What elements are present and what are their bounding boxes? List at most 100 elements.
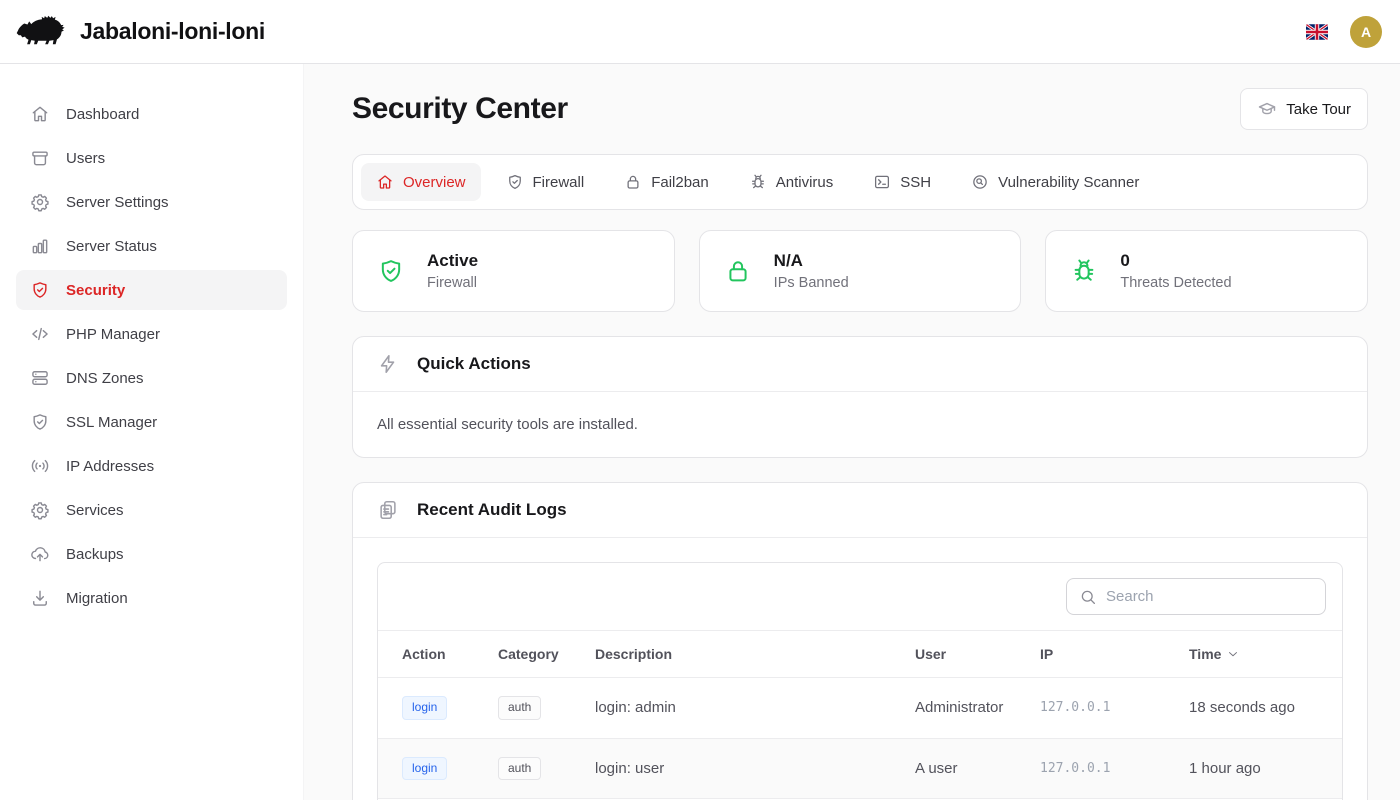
status-value: Active [427, 251, 478, 271]
status-card-threats: 0 Threats Detected [1045, 230, 1368, 312]
audit-logs-table-container: Action Category Description User IP Time [377, 562, 1343, 800]
status-card-ips-banned: N/A IPs Banned [699, 230, 1022, 312]
quick-actions-message: All essential security tools are install… [353, 392, 1367, 457]
bug-icon [1070, 257, 1098, 285]
gear-icon [30, 500, 50, 520]
take-tour-label: Take Tour [1286, 101, 1351, 118]
sidebar-item-ip-addresses[interactable]: IP Addresses [16, 446, 287, 486]
app-title: Jabaloni-loni-loni [80, 18, 265, 45]
sidebar-item-services[interactable]: Services [16, 490, 287, 530]
sidebar-item-label: Backups [66, 546, 124, 563]
chevron-down-icon [1226, 647, 1240, 661]
column-header-user[interactable]: User [905, 631, 1030, 678]
archive-icon [30, 148, 50, 168]
category-badge: auth [498, 696, 541, 720]
server-icon [30, 368, 50, 388]
main-content: Security Center Take Tour Overview Firew… [304, 64, 1400, 800]
cloud-upload-icon [30, 544, 50, 564]
bar-chart-icon [30, 236, 50, 256]
clipboard-icon [377, 499, 399, 521]
tab-label: Fail2ban [651, 174, 709, 191]
category-badge: auth [498, 757, 541, 781]
quick-actions-title: Quick Actions [417, 354, 531, 374]
shield-check-icon [30, 280, 50, 300]
home-icon [376, 173, 394, 191]
tab-label: Firewall [533, 174, 585, 191]
status-label: Threats Detected [1120, 275, 1231, 291]
tab-label: SSH [900, 174, 931, 191]
sidebar-item-label: PHP Manager [66, 326, 160, 343]
time-cell: 18 seconds ago [1179, 678, 1342, 739]
ip-cell: 127.0.0.1 [1030, 738, 1179, 799]
description-cell: login: admin [585, 678, 905, 739]
scan-search-icon [971, 173, 989, 191]
audit-logs-table: Action Category Description User IP Time [378, 630, 1342, 799]
time-cell: 1 hour ago [1179, 738, 1342, 799]
tab-vulnerability-scanner[interactable]: Vulnerability Scanner [956, 163, 1154, 201]
table-row: login auth login: admin Administrator 12… [378, 678, 1342, 739]
status-label: IPs Banned [774, 275, 849, 291]
sidebar-item-label: Dashboard [66, 106, 139, 123]
boar-logo-icon [16, 12, 66, 51]
app-logo[interactable]: Jabaloni-loni-loni [16, 12, 265, 51]
download-icon [30, 588, 50, 608]
sidebar-item-dashboard[interactable]: Dashboard [16, 94, 287, 134]
bug-icon [749, 173, 767, 191]
sidebar-item-php-manager[interactable]: PHP Manager [16, 314, 287, 354]
sidebar-item-label: Services [66, 502, 124, 519]
tab-overview[interactable]: Overview [361, 163, 481, 201]
search-icon [1079, 588, 1097, 606]
user-avatar[interactable]: A [1350, 16, 1382, 48]
sidebar-item-label: SSL Manager [66, 414, 157, 431]
tab-label: Overview [403, 174, 466, 191]
terminal-icon [873, 173, 891, 191]
description-cell: login: user [585, 738, 905, 799]
lock-icon [724, 257, 752, 285]
status-card-firewall: Active Firewall [352, 230, 675, 312]
table-row: login auth login: user A user 127.0.0.1 … [378, 738, 1342, 799]
column-header-category[interactable]: Category [488, 631, 585, 678]
tab-ssh[interactable]: SSH [858, 163, 946, 201]
code-icon [30, 324, 50, 344]
app-header: Jabaloni-loni-loni A [0, 0, 1400, 64]
column-header-description[interactable]: Description [585, 631, 905, 678]
graduation-cap-icon [1257, 99, 1277, 119]
shield-check-icon [30, 412, 50, 432]
sidebar-item-server-status[interactable]: Server Status [16, 226, 287, 266]
sidebar-item-dns-zones[interactable]: DNS Zones [16, 358, 287, 398]
column-header-action[interactable]: Action [378, 631, 488, 678]
security-tabs: Overview Firewall Fail2ban Antivirus SSH… [352, 154, 1368, 210]
user-cell: A user [905, 738, 1030, 799]
take-tour-button[interactable]: Take Tour [1240, 88, 1368, 130]
column-header-time[interactable]: Time [1179, 631, 1342, 678]
tab-label: Antivirus [776, 174, 834, 191]
search-input[interactable] [1106, 588, 1313, 605]
audit-logs-title: Recent Audit Logs [417, 500, 567, 520]
audit-search [1066, 578, 1326, 615]
sidebar-item-security[interactable]: Security [16, 270, 287, 310]
status-value: N/A [774, 251, 849, 271]
column-header-time-label: Time [1189, 646, 1221, 662]
sidebar-item-label: Migration [66, 590, 128, 607]
sidebar-item-label: DNS Zones [66, 370, 144, 387]
tab-fail2ban[interactable]: Fail2ban [609, 163, 724, 201]
zap-icon [377, 353, 399, 375]
home-icon [30, 104, 50, 124]
tab-label: Vulnerability Scanner [998, 174, 1139, 191]
tab-firewall[interactable]: Firewall [491, 163, 600, 201]
sidebar-item-ssl-manager[interactable]: SSL Manager [16, 402, 287, 442]
page-title: Security Center [352, 92, 568, 126]
status-cards: Active Firewall N/A IPs Banned 0 Threats… [352, 230, 1368, 312]
sidebar-item-server-settings[interactable]: Server Settings [16, 182, 287, 222]
sidebar-item-label: Security [66, 282, 125, 299]
action-badge: login [402, 696, 447, 720]
shield-check-icon [506, 173, 524, 191]
shield-check-icon [377, 257, 405, 285]
language-flag-icon[interactable] [1306, 24, 1328, 40]
sidebar-item-migration[interactable]: Migration [16, 578, 287, 618]
sidebar-item-backups[interactable]: Backups [16, 534, 287, 574]
tab-antivirus[interactable]: Antivirus [734, 163, 849, 201]
sidebar-item-users[interactable]: Users [16, 138, 287, 178]
ip-cell: 127.0.0.1 [1030, 678, 1179, 739]
column-header-ip[interactable]: IP [1030, 631, 1179, 678]
